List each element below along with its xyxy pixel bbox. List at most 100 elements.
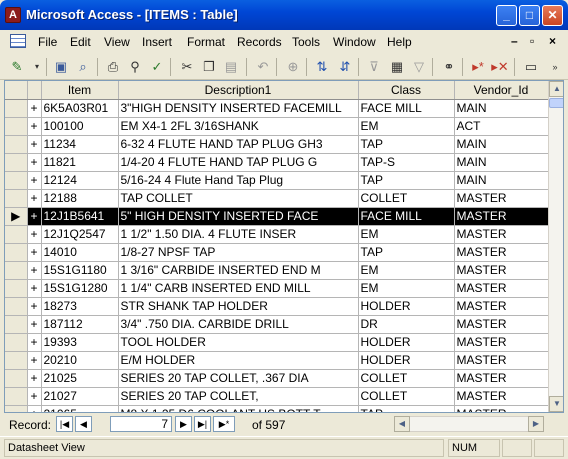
scroll-left-icon[interactable]: ◀	[394, 416, 410, 432]
cell-class[interactable]: EM	[358, 225, 455, 244]
cell-item[interactable]: 19393	[41, 333, 119, 352]
cell-item[interactable]: 20210	[41, 351, 119, 370]
file-search-icon[interactable]: ⌕	[74, 58, 92, 76]
table-row[interactable]: ▶ +12J1B5641 5" HIGH DENSITY INSERTED FACE…	[5, 207, 549, 226]
row-selector[interactable]	[5, 387, 28, 406]
cell-item[interactable]: 11234	[41, 135, 119, 154]
row-selector[interactable]	[5, 351, 28, 370]
table-row[interactable]: +21025 SERIES 20 TAP COLLET, .367 DIA COLL…	[5, 369, 549, 388]
insert-hyperlink-icon[interactable]: ⊕	[284, 58, 302, 76]
expand-subdatasheet-icon[interactable]: +	[27, 315, 42, 334]
cell-class[interactable]: TAP	[358, 135, 455, 154]
expand-subdatasheet-icon[interactable]: +	[27, 369, 42, 388]
table-row[interactable]: +12J1Q2547 1 1/2" 1.50 DIA. 4 FLUTE INSER…	[5, 225, 549, 244]
row-selector[interactable]	[5, 279, 28, 298]
cell-class[interactable]: EM	[358, 117, 455, 136]
cell-description[interactable]: 5/16-24 4 Flute Hand Tap Plug	[118, 171, 359, 190]
cell-vendor-id[interactable]: MASTER	[454, 225, 549, 244]
cell-item[interactable]: 21027	[41, 387, 119, 406]
scroll-up-icon[interactable]: ▲	[549, 81, 563, 97]
table-row[interactable]: +12124 5/16-24 4 Flute Hand Tap Plug TAP MA…	[5, 171, 549, 190]
cell-description[interactable]: 1/4-20 4 FLUTE HAND TAP PLUG G	[118, 153, 359, 172]
column-header-vendor-id[interactable]: Vendor_Id	[454, 81, 549, 100]
expand-subdatasheet-icon[interactable]: +	[27, 387, 42, 406]
row-selector[interactable]	[5, 369, 28, 388]
select-all-corner[interactable]	[5, 81, 28, 100]
cell-description[interactable]: 1 1/2" 1.50 DIA. 4 FLUTE INSER	[118, 225, 359, 244]
cell-item[interactable]: 12188	[41, 189, 119, 208]
record-number-input[interactable]: 7	[110, 416, 172, 432]
cell-item[interactable]: 12124	[41, 171, 119, 190]
row-selector[interactable]	[5, 171, 28, 190]
vertical-scrollbar[interactable]: ▲ ▼	[548, 81, 563, 412]
row-selector[interactable]	[5, 297, 28, 316]
row-selector[interactable]	[5, 225, 28, 244]
menu-file[interactable]: File	[38, 35, 57, 49]
cell-item[interactable]: 21065	[41, 405, 119, 412]
expand-subdatasheet-icon[interactable]: +	[27, 351, 42, 370]
next-record-icon[interactable]: ▶	[175, 416, 192, 432]
cell-class[interactable]: HOLDER	[358, 333, 455, 352]
current-record-icon[interactable]: ▶	[5, 207, 28, 226]
cell-item[interactable]: 100100	[41, 117, 119, 136]
maximize-button[interactable]: □	[519, 5, 540, 26]
cell-vendor-id[interactable]: MASTER	[454, 279, 549, 298]
apply-filter-icon[interactable]: ▽	[410, 58, 428, 76]
spelling-icon[interactable]: ✓	[148, 58, 166, 76]
table-row[interactable]: +18273 STR SHANK TAP HOLDER HOLDER MASTER	[5, 297, 549, 316]
column-header-class[interactable]: Class	[358, 81, 455, 100]
table-row[interactable]: +15S1G1180 1 3/16" CARBIDE INSERTED END M…	[5, 261, 549, 280]
expand-subdatasheet-icon[interactable]: +	[27, 405, 42, 412]
menu-edit[interactable]: Edit	[70, 35, 91, 49]
cell-class[interactable]: TAP	[358, 243, 455, 262]
table-row[interactable]: +19393 TOOL HOLDER HOLDER MASTER	[5, 333, 549, 352]
cell-vendor-id[interactable]: MASTER	[454, 189, 549, 208]
last-record-icon[interactable]: ▶|	[194, 416, 211, 432]
column-header-description[interactable]: Description1	[118, 81, 359, 100]
cell-class[interactable]: HOLDER	[358, 297, 455, 316]
toolbar-options-icon[interactable]: »	[546, 58, 564, 76]
filter-by-form-icon[interactable]: ▦	[388, 58, 406, 76]
cell-vendor-id[interactable]: MASTER	[454, 387, 549, 406]
expand-subdatasheet-icon[interactable]: +	[27, 99, 42, 118]
cell-item[interactable]: 12J1Q2547	[41, 225, 119, 244]
cell-item[interactable]: 14010	[41, 243, 119, 262]
cell-vendor-id[interactable]: MAIN	[454, 99, 549, 118]
doc-restore-icon[interactable]: ▫	[530, 34, 534, 48]
cell-description[interactable]: TOOL HOLDER	[118, 333, 359, 352]
cell-item[interactable]: 15S1G1280	[41, 279, 119, 298]
cell-description[interactable]: EM X4-1 2FL 3/16SHANK	[118, 117, 359, 136]
find-icon[interactable]: ⚭	[440, 58, 458, 76]
cell-item[interactable]: 18273	[41, 297, 119, 316]
expand-subdatasheet-icon[interactable]: +	[27, 153, 42, 172]
cut-icon[interactable]: ✂	[178, 58, 196, 76]
table-row[interactable]: +187112 3/4" .750 DIA. CARBIDE DRILL DR MAS…	[5, 315, 549, 334]
cell-item[interactable]: 6K5A03R01	[41, 99, 119, 118]
cell-item[interactable]: 12J1B5641	[41, 207, 119, 226]
menu-window[interactable]: Window	[333, 35, 376, 49]
design-view-icon[interactable]: ✎	[8, 58, 26, 76]
cell-description[interactable]: TAP COLLET	[118, 189, 359, 208]
expand-subdatasheet-icon[interactable]: +	[27, 225, 42, 244]
cell-vendor-id[interactable]: MASTER	[454, 207, 549, 226]
table-row[interactable]: +20210 E/M HOLDER HOLDER MASTER	[5, 351, 549, 370]
delete-record-icon[interactable]: ▸✕	[491, 58, 509, 76]
cell-item[interactable]: 21025	[41, 369, 119, 388]
copy-icon[interactable]: ❐	[200, 58, 218, 76]
horizontal-scrollbar[interactable]: ◀ ▶	[394, 416, 544, 432]
cell-class[interactable]: TAP	[358, 171, 455, 190]
cell-description[interactable]: 3/4" .750 DIA. CARBIDE DRILL	[118, 315, 359, 334]
row-selector[interactable]	[5, 135, 28, 154]
cell-description[interactable]: M8 X 1.25 D6 COOLANT HS BOTT T	[118, 405, 359, 412]
filter-by-selection-icon[interactable]: ⊽	[365, 58, 383, 76]
cell-description[interactable]: 6-32 4 FLUTE HAND TAP PLUG GH3	[118, 135, 359, 154]
row-selector[interactable]	[5, 189, 28, 208]
first-record-icon[interactable]: |◀	[56, 416, 73, 432]
cell-description[interactable]: E/M HOLDER	[118, 351, 359, 370]
sort-descending-icon[interactable]: ⇵	[336, 58, 354, 76]
scroll-right-icon[interactable]: ▶	[528, 416, 544, 432]
row-selector[interactable]	[5, 315, 28, 334]
cell-description[interactable]: 1 1/4" CARB INSERTED END MILL	[118, 279, 359, 298]
cell-class[interactable]: EM	[358, 279, 455, 298]
cell-description[interactable]: 5" HIGH DENSITY INSERTED FACE	[118, 207, 359, 226]
